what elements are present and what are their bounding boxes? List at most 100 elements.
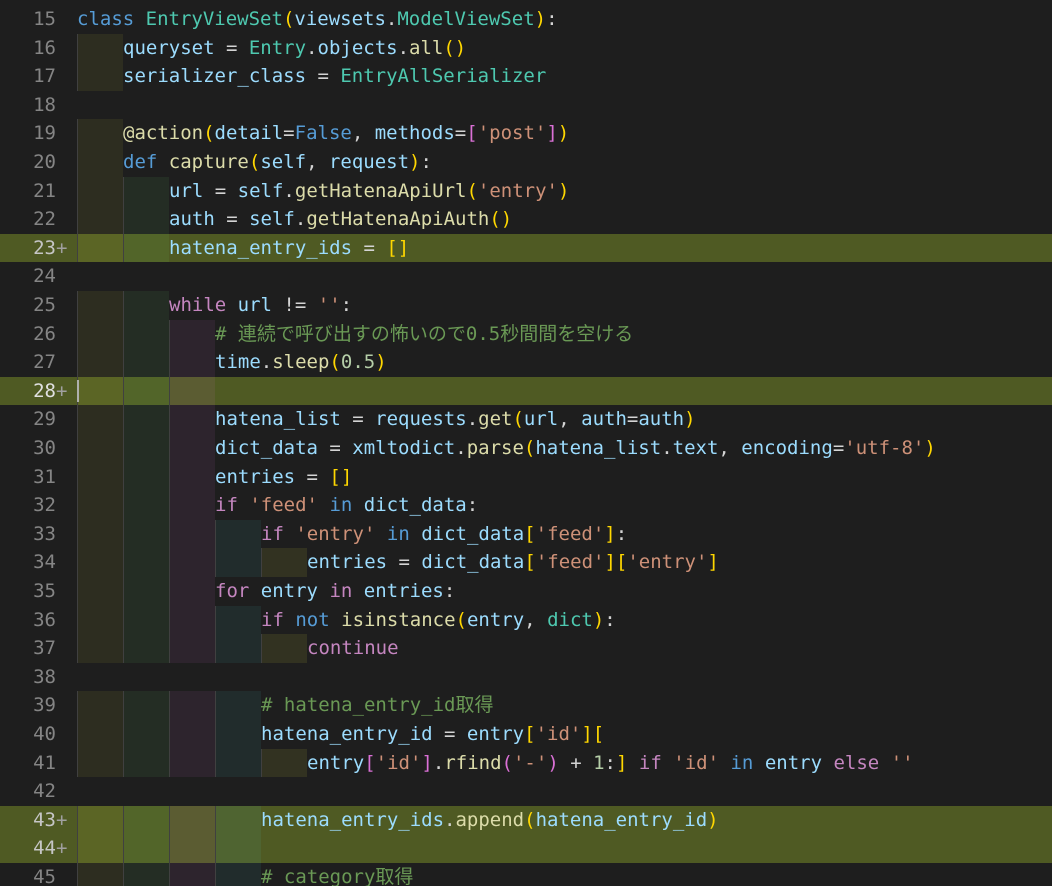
code-token: dict_data	[363, 494, 467, 517]
line-gutter[interactable]: 32	[0, 491, 70, 520]
code-token: auth	[581, 408, 627, 431]
line-gutter[interactable]: 40	[0, 720, 70, 749]
code-token: dict	[547, 608, 593, 631]
code-text: url = self.getHatenaApiUrl('entry')	[169, 177, 569, 206]
code-token: []	[386, 236, 410, 259]
code-line[interactable]: 17 serializer_class = EntryAllSerializer	[0, 62, 1052, 91]
line-gutter[interactable]: 25	[0, 291, 70, 320]
line-gutter[interactable]: 15	[0, 5, 70, 34]
code-line[interactable]: 25 while url != '':	[0, 291, 1052, 320]
code-line[interactable]: 15 class EntryViewSet(viewsets.ModelViewS…	[0, 5, 1052, 34]
code-line[interactable]: 30 dict_data = xmltodict.parse(hatena_lis…	[0, 434, 1052, 463]
code-line[interactable]: 31 entries = []	[0, 462, 1052, 492]
indent-guide	[77, 577, 123, 606]
line-gutter[interactable]: 43+	[0, 806, 70, 835]
code-token: :	[420, 151, 432, 173]
code-line[interactable]: 29 hatena_list = requests.get(url, auth=a…	[0, 405, 1052, 434]
code-line[interactable]: 22 auth = self.getHatenaApiAuth()	[0, 205, 1052, 234]
line-gutter[interactable]: 17	[0, 62, 70, 91]
indent-guide	[261, 634, 307, 663]
line-gutter[interactable]: 38	[0, 663, 70, 692]
line-gutter[interactable]: 34	[0, 548, 70, 577]
indent-guide	[169, 634, 215, 663]
code-line[interactable]: 21 url = self.getHatenaApiUrl('entry')	[0, 176, 1052, 206]
diff-added-marker: +	[56, 236, 68, 259]
indent-guide	[77, 319, 123, 349]
code-line[interactable]: 24	[0, 262, 1052, 291]
code-line[interactable]: 26 # 連続で呼び出すの怖いので0.5秒間間を空ける	[0, 319, 1052, 349]
line-gutter[interactable]: 19	[0, 119, 70, 148]
code-line[interactable]: 23+ hatena_entry_ids = []	[0, 233, 1052, 263]
code-line[interactable]: 43+ hatena_entry_ids.append(hatena_entry_…	[0, 805, 1052, 835]
line-gutter[interactable]: 26	[0, 320, 70, 349]
code-token: ''	[890, 751, 914, 774]
line-gutter[interactable]: 22	[0, 205, 70, 234]
code-line[interactable]: 32 if 'feed' in dict_data:	[0, 491, 1052, 520]
line-gutter[interactable]: 45	[0, 863, 70, 886]
code-token: =	[626, 408, 639, 431]
code-line[interactable]: 28+	[0, 376, 1052, 406]
line-gutter[interactable]: 27	[0, 348, 70, 377]
code-editor[interactable]: 15 class EntryViewSet(viewsets.ModelViewS…	[0, 0, 1052, 886]
line-number: 36	[33, 608, 56, 631]
line-gutter[interactable]: 33	[0, 520, 70, 549]
code-line[interactable]: 41 entry['id'].rfind('-') + 1:] if 'id' i…	[0, 748, 1052, 778]
code-token: hatena_entry_ids	[261, 808, 445, 831]
code-token: if	[215, 494, 238, 517]
code-line[interactable]: 37 continue	[0, 634, 1052, 663]
line-gutter[interactable]: 23+	[0, 234, 70, 263]
line-number: 33	[33, 522, 56, 545]
code-token: hatena_list	[535, 437, 662, 459]
line-gutter[interactable]: 44+	[0, 834, 70, 863]
code-token: queryset	[123, 36, 215, 59]
code-line[interactable]: 35 for entry in entries:	[0, 577, 1052, 606]
code-line[interactable]: 33 if 'entry' in dict_data['feed']:	[0, 519, 1052, 549]
line-gutter[interactable]: 41	[0, 749, 70, 778]
indent-guide	[169, 720, 215, 749]
line-gutter[interactable]: 16	[0, 34, 70, 63]
line-gutter[interactable]: 29	[0, 405, 70, 434]
line-gutter[interactable]: 31	[0, 463, 70, 492]
line-gutter[interactable]: 30	[0, 434, 70, 463]
line-gutter[interactable]: 18	[0, 91, 70, 120]
indent-guide	[123, 634, 169, 663]
indent-guide	[215, 691, 261, 720]
line-gutter[interactable]: 42	[0, 777, 70, 806]
code-token: (	[512, 408, 524, 431]
code-line[interactable]: 27 time.sleep(0.5)	[0, 348, 1052, 377]
code-token: 'entry'	[627, 551, 708, 574]
code-line[interactable]: 38	[0, 663, 1052, 692]
code-line[interactable]: 45 # category取得	[0, 863, 1052, 886]
code-line[interactable]: 19 @action(detail=False, methods=['post']…	[0, 119, 1052, 148]
code-line[interactable]: 39 # hatena_entry_id取得	[0, 691, 1052, 720]
line-gutter[interactable]: 35	[0, 577, 70, 606]
line-gutter[interactable]: 39	[0, 691, 70, 720]
line-gutter[interactable]: 37	[0, 634, 70, 663]
line-gutter[interactable]: 24	[0, 262, 70, 291]
code-token: continue	[307, 637, 399, 660]
line-gutter[interactable]: 20	[0, 148, 70, 177]
indent-guide	[123, 691, 169, 720]
line-number: 28	[33, 379, 56, 402]
code-line[interactable]: 20 def capture(self, request):	[0, 148, 1052, 177]
code-line[interactable]: 16 queryset = Entry.objects.all()	[0, 33, 1052, 63]
code-line[interactable]: 18	[0, 91, 1052, 120]
code-line[interactable]: 44+	[0, 834, 1052, 863]
code-token: =	[387, 551, 422, 574]
line-gutter[interactable]: 28+	[0, 377, 70, 406]
code-line[interactable]: 36 if not isinstance(entry, dict):	[0, 605, 1052, 635]
line-gutter[interactable]: 36	[0, 606, 70, 635]
code-line[interactable]: 42	[0, 777, 1052, 806]
code-token: :	[604, 751, 616, 774]
line-gutter[interactable]: 21	[0, 177, 70, 206]
code-token: ]	[546, 122, 558, 145]
code-line[interactable]: 40 hatena_entry_id = entry['id'][	[0, 720, 1052, 749]
code-line[interactable]: 34 entries = dict_data['feed']['entry']	[0, 548, 1052, 577]
code-token: xmltodict	[352, 437, 456, 459]
